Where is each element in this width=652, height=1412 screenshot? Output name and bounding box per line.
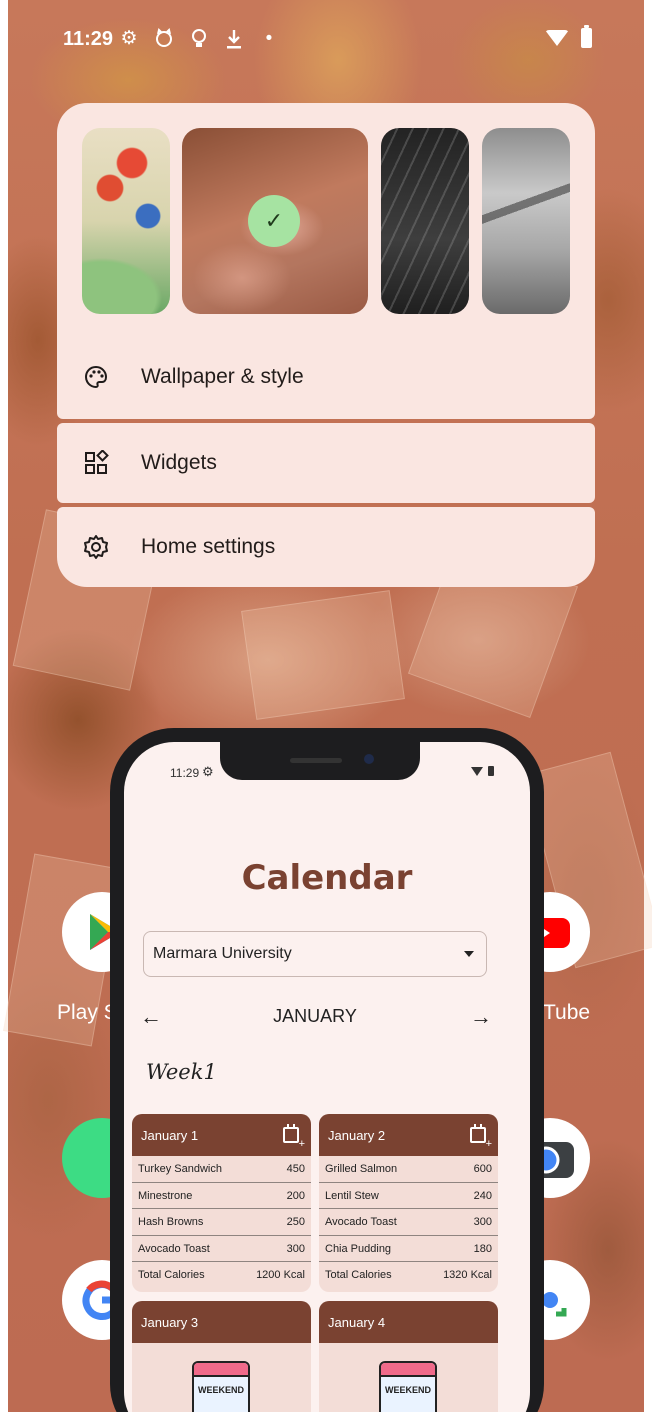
day-card-header: January 4 (319, 1301, 498, 1343)
widgets-panel: Widgets (57, 423, 595, 503)
wallpaper-style-label: Wallpaper & style (141, 365, 304, 388)
widgets-icon (83, 449, 109, 476)
day-card-header: January 2 (319, 1114, 498, 1156)
page-title: Calendar (241, 858, 413, 898)
university-select[interactable]: Marmara University (143, 931, 487, 977)
lightbulb-icon (188, 28, 210, 50)
total-calories-row: Total Calories 1320 Kcal (319, 1262, 498, 1288)
home-settings-label: Home settings (141, 535, 276, 558)
meal-row: Avocado Toast 300 (132, 1236, 311, 1262)
university-select-value: Marmara University (153, 945, 292, 962)
download-icon (223, 28, 245, 50)
home-settings-panel: Home settings (57, 507, 595, 587)
meal-row: Minestrone 200 (132, 1183, 311, 1209)
gear-icon: ⚙ (120, 28, 138, 49)
wallpaper-thumbnail-dark[interactable] (381, 128, 469, 314)
day-card[interactable]: January 1 Turkey Sandwich 450 Minestrone… (132, 1114, 311, 1292)
meal-name: Turkey Sandwich (138, 1163, 222, 1175)
total-calories-value: 1320 Kcal (443, 1269, 492, 1281)
meal-row: Turkey Sandwich 450 (132, 1156, 311, 1183)
meal-row: Lentil Stew 240 (319, 1183, 498, 1209)
day-card[interactable]: January 2 Grilled Salmon 600 Lentil Stew… (319, 1114, 498, 1292)
add-calendar-icon[interactable] (283, 1124, 305, 1149)
wifi-icon (545, 30, 569, 46)
total-calories-label: Total Calories (138, 1269, 205, 1281)
month-label: JANUARY (273, 1006, 357, 1026)
wallpaper-thumbnail-flowers[interactable] (82, 128, 170, 314)
meal-row: Grilled Salmon 600 (319, 1156, 498, 1183)
weekend-body: WEEKEND (319, 1343, 498, 1412)
day-date: January 3 (141, 1315, 199, 1330)
meal-name: Minestrone (138, 1189, 193, 1202)
widgets-label: Widgets (141, 451, 217, 474)
wallpaper-picker-panel: ✓ Wallpaper & style (57, 103, 595, 419)
status-time: 11:29 (63, 28, 114, 50)
calendar-app-screen: 11:29 ⚙ Calendar Marmara University ← JA… (124, 742, 530, 1412)
total-calories-label: Total Calories (325, 1269, 392, 1281)
meal-name: Avocado Toast (138, 1242, 210, 1255)
total-calories-row: Total Calories 1200 Kcal (132, 1262, 311, 1288)
weekend-body: WEEKEND (132, 1343, 311, 1412)
day-date: January 4 (328, 1315, 386, 1330)
meal-calories: 200 (286, 1189, 305, 1202)
status-notification-icons: ⚙ • (118, 28, 280, 50)
inner-status-time: 11:29 (170, 766, 200, 780)
wallpaper-thumbnail-grey[interactable] (482, 128, 570, 314)
weekend-calendar-icon: WEEKEND (379, 1361, 437, 1412)
home-settings-item[interactable]: Home settings (57, 507, 595, 587)
phone-mockup: 11:29 ⚙ Calendar Marmara University ← JA… (110, 728, 544, 1412)
meal-calories: 600 (473, 1163, 492, 1175)
wallpaper-style-item[interactable]: Wallpaper & style (57, 337, 595, 417)
meal-calories: 450 (286, 1163, 305, 1175)
meal-name: Lentil Stew (325, 1189, 379, 1202)
meal-name: Avocado Toast (325, 1216, 397, 1228)
dot-icon: • (265, 28, 273, 49)
next-month-arrow-icon[interactable]: → (466, 1002, 496, 1032)
phone-notch (220, 742, 420, 780)
home-longpress-menu: ✓ Wallpaper & style Widgets Home setting… (57, 103, 595, 587)
meal-name: Chia Pudding (325, 1242, 392, 1255)
week-label: Week1 (146, 1060, 217, 1084)
meal-row: Hash Browns 250 (132, 1209, 311, 1236)
palette-icon (83, 364, 109, 390)
meal-calories: 250 (286, 1216, 305, 1228)
day-card-weekend[interactable]: January 3 WEEKEND (132, 1301, 311, 1412)
meal-calories: 300 (286, 1242, 305, 1255)
inner-gear-icon: ⚙ (202, 764, 214, 779)
battery-icon (581, 25, 592, 48)
month-navigator: ← JANUARY → (124, 1002, 530, 1032)
meal-name: Hash Browns (138, 1216, 204, 1228)
status-bar: 11:29 ⚙ • (8, 22, 644, 58)
cat-icon (153, 28, 175, 50)
weekend-label: WEEKEND (384, 1385, 431, 1395)
play-store-app-label: Play S (57, 1001, 118, 1024)
day-date: January 1 (141, 1128, 199, 1143)
widgets-item[interactable]: Widgets (57, 423, 595, 503)
meal-name: Grilled Salmon (325, 1163, 398, 1175)
weekend-calendar-icon: WEEKEND (192, 1361, 250, 1412)
inner-status-icons (471, 766, 494, 776)
selected-check-icon: ✓ (248, 195, 300, 247)
status-system-icons (545, 25, 592, 48)
total-calories-value: 1200 Kcal (256, 1269, 305, 1281)
meal-row: Chia Pudding 180 (319, 1236, 498, 1262)
day-date: January 2 (328, 1128, 386, 1143)
settings-gear-icon (83, 534, 109, 560)
dropdown-caret-icon (464, 951, 474, 957)
meal-calories: 300 (473, 1216, 492, 1228)
day-card-header: January 3 (132, 1301, 311, 1343)
inner-battery-icon (488, 766, 494, 776)
youtube-app-label: Tube (543, 1001, 591, 1024)
meal-calories: 240 (473, 1189, 492, 1202)
meal-calories: 180 (473, 1242, 492, 1255)
day-card-header: January 1 (132, 1114, 311, 1156)
inner-wifi-icon (471, 766, 483, 776)
meal-row: Avocado Toast 300 (319, 1209, 498, 1236)
add-calendar-icon[interactable] (470, 1124, 492, 1149)
day-card-weekend[interactable]: January 4 WEEKEND (319, 1301, 498, 1412)
weekend-label: WEEKEND (197, 1385, 244, 1395)
wallpaper-thumbnail-crystals[interactable]: ✓ (182, 128, 368, 314)
